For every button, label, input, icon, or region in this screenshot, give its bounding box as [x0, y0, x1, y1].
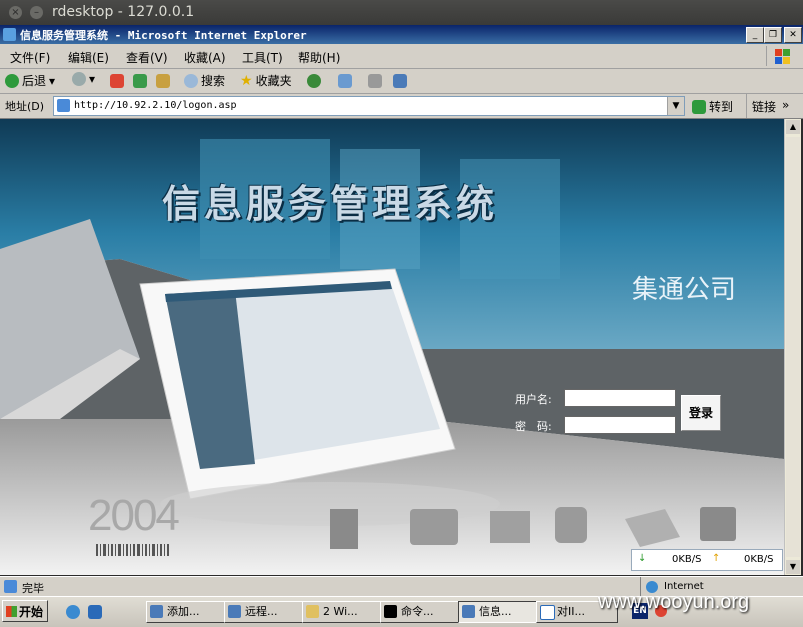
vertical-scrollbar[interactable]: ▲ ▼: [784, 119, 801, 575]
refresh-icon[interactable]: [133, 74, 147, 88]
ie-titlebar: 信息服务管理系统 - Microsoft Internet Explorer _…: [0, 25, 803, 44]
search-button[interactable]: 搜索: [184, 72, 225, 89]
ie-icon: [3, 28, 16, 41]
password-label: 密 码:: [515, 420, 552, 433]
address-dropdown-icon[interactable]: ▼: [667, 97, 684, 115]
print-icon[interactable]: [368, 74, 382, 88]
briefcase-icon: [555, 507, 587, 543]
address-label: 地址(D): [5, 100, 45, 113]
username-input[interactable]: [564, 389, 676, 407]
quicklaunch-desktop-icon[interactable]: [88, 605, 102, 619]
page-icon: [57, 99, 70, 112]
go-button[interactable]: 转到: [692, 98, 733, 115]
upload-rate: 0KB/S: [744, 554, 774, 565]
forward-button[interactable]: ▾: [72, 72, 95, 86]
favorites-label: 收藏夹: [255, 74, 292, 88]
scroll-down-icon[interactable]: ▼: [786, 560, 800, 574]
download-rate: 0KB/S: [672, 554, 702, 565]
floppy-icon: [700, 507, 736, 541]
close-icon[interactable]: ×: [9, 6, 22, 19]
upload-icon: ↑: [712, 553, 721, 564]
page-heading: 信息服务管理系统: [162, 182, 499, 226]
menu-favorites[interactable]: 收藏(A): [184, 49, 226, 66]
menu-tools[interactable]: 工具(T): [242, 49, 283, 66]
scroll-thumb[interactable]: [786, 137, 800, 557]
back-button[interactable]: 后退 ▾: [5, 72, 55, 89]
books-icon: [330, 509, 358, 549]
window-title: 信息服务管理系统 - Microsoft Internet Explorer: [20, 29, 307, 42]
rdesktop-title: rdesktop - 127.0.0.1: [52, 4, 195, 20]
chest-icon: [410, 509, 458, 545]
go-arrow-icon: [692, 99, 706, 114]
back-label: 后退: [22, 74, 47, 88]
start-label: 开始: [19, 605, 44, 619]
menu-edit[interactable]: 编辑(E): [68, 49, 109, 66]
search-icon: [184, 73, 198, 88]
page-status-icon: [4, 580, 17, 593]
mail-icon[interactable]: [338, 74, 352, 88]
menu-file[interactable]: 文件(F): [10, 49, 50, 66]
home-icon[interactable]: [156, 74, 170, 88]
edit-icon[interactable]: [393, 74, 407, 88]
media-icon[interactable]: [307, 74, 321, 88]
search-label: 搜索: [201, 74, 226, 88]
star-icon: ★: [240, 72, 253, 89]
links-button[interactable]: 链接: [752, 98, 776, 115]
network-meter: ↓ 0KB/S ↑ 0KB/S: [631, 549, 783, 571]
year-text: 2004: [88, 491, 180, 540]
address-bar: 地址(D) http://10.92.2.10/logon.asp ▼ 转到 链…: [0, 94, 803, 119]
start-button[interactable]: 开始: [2, 600, 48, 622]
username-label: 用户名:: [515, 393, 552, 406]
windows-logo-icon: [766, 46, 797, 66]
company-name: 集通公司: [632, 275, 737, 305]
password-input[interactable]: [564, 416, 676, 434]
watermark: www.wooyun.org: [598, 591, 750, 613]
taskbar: 开始 添加... 远程... 2 Wi... 命令... 信息... 对II..…: [0, 591, 803, 627]
status-text: 完毕: [22, 582, 44, 595]
address-input[interactable]: http://10.92.2.10/logon.asp ▼: [53, 96, 685, 116]
go-label: 转到: [709, 100, 734, 114]
menu-help[interactable]: 帮助(H): [298, 49, 340, 66]
rdesktop-titlebar: × – rdesktop - 127.0.0.1: [0, 0, 803, 25]
scroll-up-icon[interactable]: ▲: [786, 120, 800, 134]
menu-view[interactable]: 查看(V): [126, 49, 168, 66]
close-button[interactable]: ✕: [784, 27, 802, 43]
restore-button[interactable]: ❐: [764, 27, 782, 43]
back-arrow-icon: [5, 73, 19, 88]
favorites-button[interactable]: ★ 收藏夹: [240, 72, 292, 89]
menu-bar: 文件(F) 编辑(E) 查看(V) 收藏(A) 工具(T) 帮助(H): [0, 44, 803, 69]
ie-e-icon: [490, 511, 530, 543]
download-icon: ↓: [638, 553, 647, 564]
page-content: 信息服务管理系统 集通公司 用户名: 密 码: 登录 2004 ↓ 0KB/S …: [0, 119, 784, 575]
address-url: http://10.92.2.10/logon.asp: [74, 100, 237, 111]
quicklaunch-ie-icon[interactable]: [66, 605, 80, 619]
toolbar: 后退 ▾ ▾ 搜索 ★ 收藏夹: [0, 69, 803, 94]
windows-flag-icon: [6, 606, 17, 617]
minimize-button[interactable]: _: [746, 27, 764, 43]
minimize-icon[interactable]: –: [30, 6, 43, 19]
links-expand-icon[interactable]: »: [782, 98, 789, 112]
stop-icon[interactable]: [110, 74, 124, 88]
login-button[interactable]: 登录: [681, 395, 721, 431]
forward-arrow-icon: [72, 72, 86, 86]
